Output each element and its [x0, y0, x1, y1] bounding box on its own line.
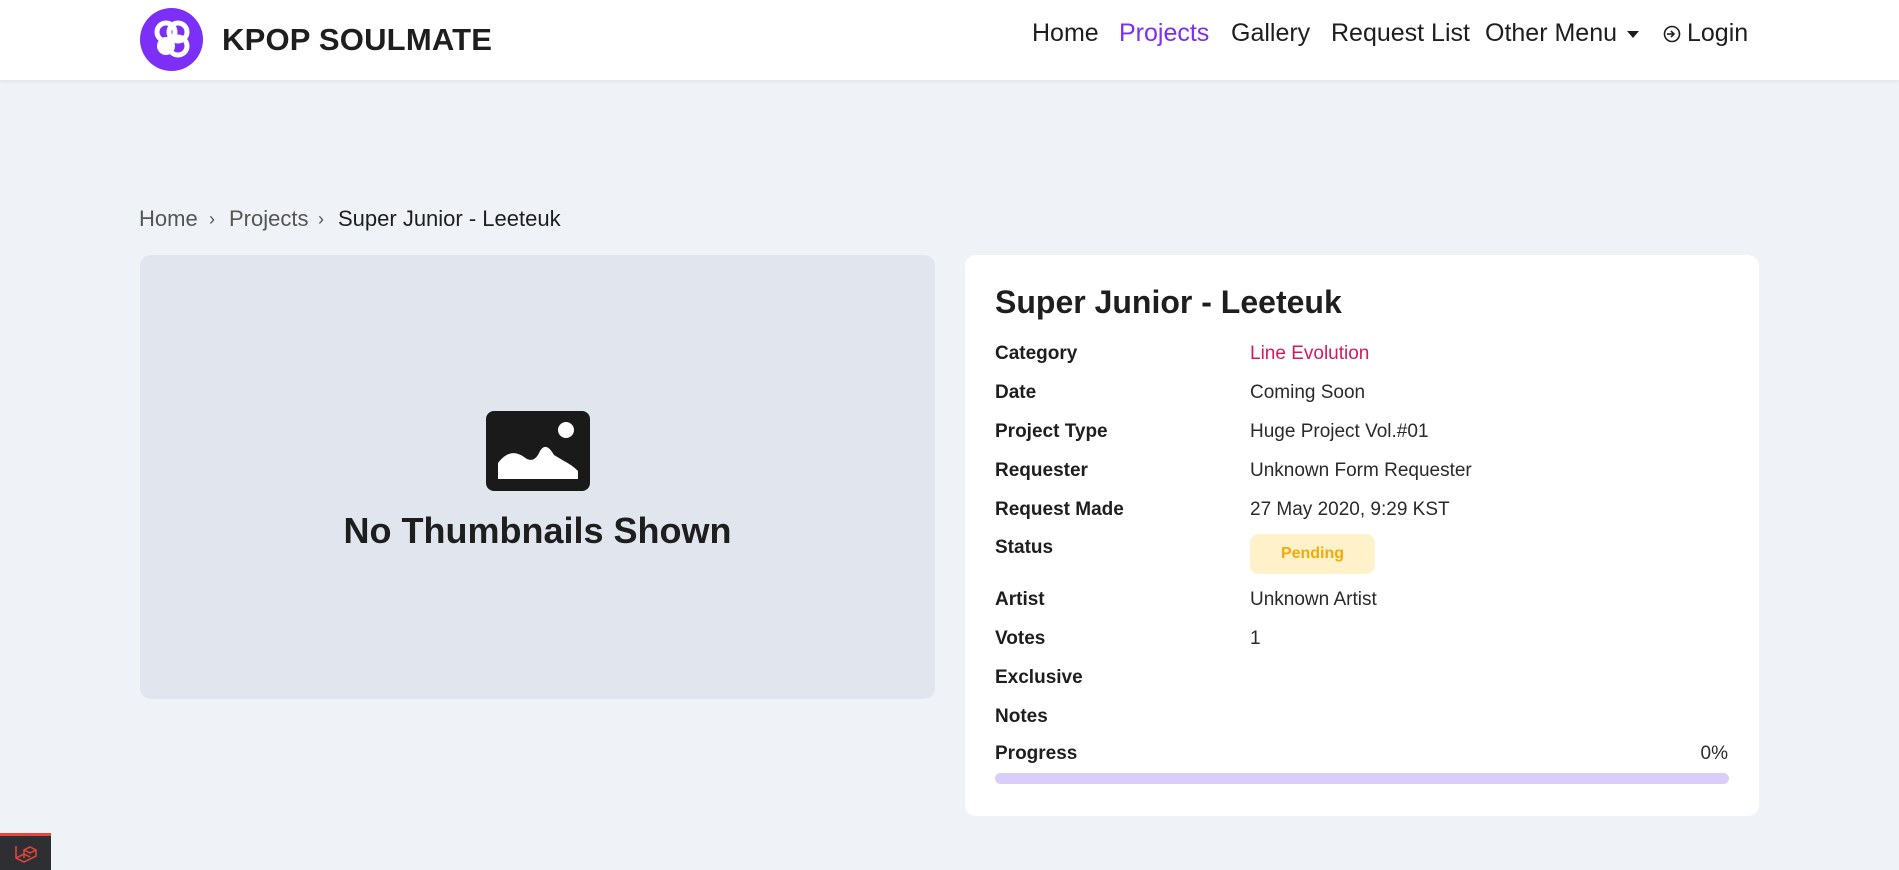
votes-value: 1 — [1250, 628, 1261, 649]
nav-item-gallery[interactable]: Gallery — [1231, 19, 1310, 48]
category-label: Category — [995, 343, 1078, 364]
login-icon — [1663, 26, 1681, 43]
requester-label: Requester — [995, 460, 1088, 481]
status-label: Status — [995, 537, 1054, 558]
date-label: Date — [995, 382, 1037, 403]
nav-item-login-label: Login — [1687, 19, 1749, 47]
laravel-icon — [15, 846, 37, 863]
navbar: KPOP SOULMATE Home Projects Gallery Requ… — [0, 0, 1899, 80]
project-type-label: Project Type — [995, 421, 1108, 442]
date-value: Coming Soon — [1250, 382, 1366, 403]
notes-label: Notes — [995, 706, 1048, 727]
breadcrumb-separator: › — [318, 209, 324, 229]
breadcrumb-projects[interactable]: Projects — [229, 206, 308, 232]
project-type-value: Huge Project Vol.#01 — [1250, 421, 1429, 442]
nav-item-other-menu[interactable]: Other Menu — [1485, 19, 1640, 48]
nav-item-request-list[interactable]: Request List — [1331, 19, 1470, 48]
artist-label: Artist — [995, 589, 1045, 610]
artist-value: Unknown Artist — [1250, 589, 1377, 610]
requester-value: Unknown Form Requester — [1250, 460, 1472, 481]
request-made-label: Request Made — [995, 499, 1124, 520]
progress-bar — [995, 773, 1729, 784]
chevron-down-icon — [1627, 30, 1640, 38]
breadcrumb-separator: › — [209, 209, 215, 229]
category-link[interactable]: Line Evolution — [1250, 343, 1369, 365]
nav-item-login[interactable]: Login — [1663, 19, 1748, 48]
main-nav: Home Projects Gallery Request List Other… — [0, 19, 1899, 55]
status-badge: Pending — [1250, 534, 1375, 574]
image-icon — [486, 411, 590, 491]
exclusive-label: Exclusive — [995, 667, 1083, 688]
nav-item-projects[interactable]: Projects — [1119, 19, 1209, 48]
breadcrumb-home[interactable]: Home — [139, 206, 198, 232]
breadcrumb-current: Super Junior - Leeteuk — [338, 206, 561, 231]
progress-label: Progress — [995, 743, 1078, 764]
nav-item-home[interactable]: Home — [1032, 19, 1099, 48]
no-thumbnail-text: No Thumbnails Shown — [343, 510, 732, 551]
debugbar-toggle[interactable] — [0, 833, 51, 870]
request-made-value: 27 May 2020, 9:29 KST — [1250, 499, 1450, 520]
project-title: Super Junior - Leeteuk — [995, 284, 1342, 320]
progress-percent: 0% — [1700, 743, 1728, 764]
nav-item-other-menu-label: Other Menu — [1485, 19, 1618, 47]
votes-label: Votes — [995, 628, 1046, 649]
